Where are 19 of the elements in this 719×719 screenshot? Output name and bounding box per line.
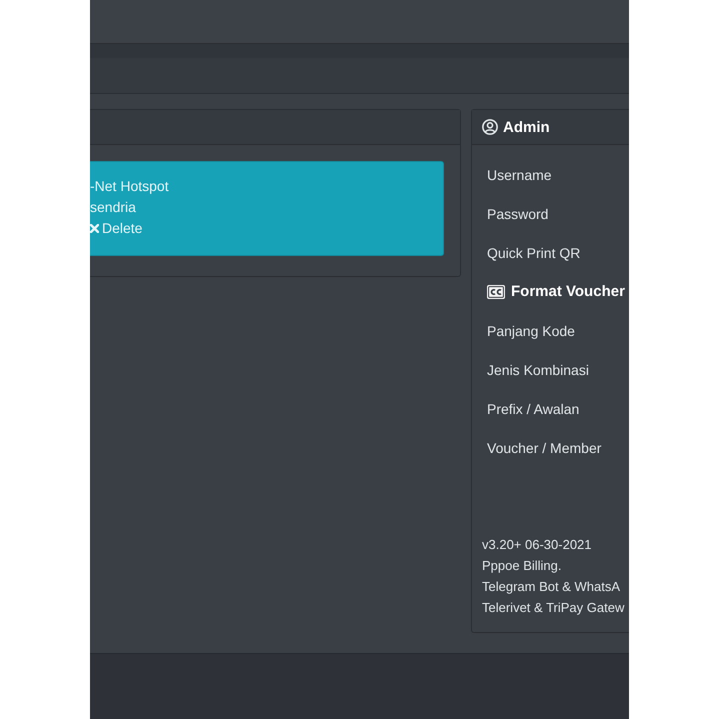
field-label: Password [487,206,548,222]
closed-captioning-icon [487,284,505,298]
alert-text: -Net Hotspot [90,177,169,196]
field-label: Jenis Kombinasi [487,362,589,378]
version-text: v3.20+ 06-30-2021 [482,536,592,554]
field-label: Prefix / Awalan [487,400,580,416]
card-title: Admin [503,118,550,136]
info-text: Telegram Bot & WhatsA [482,578,620,596]
field-label: Quick Print QR [487,244,580,260]
field-label: Username [487,166,552,182]
field-label: Voucher / Member [487,440,602,456]
field-label: Panjang Kode [487,322,575,338]
user-circle-icon [482,119,498,135]
section-heading: Format Voucher [511,283,625,300]
info-text: Telerivet & TriPay Gatew [482,599,624,617]
delete-link[interactable]: Delete [90,218,142,239]
alert-text: sendria [90,198,136,217]
info-text: Pppoe Billing. [482,557,562,575]
close-icon [90,224,99,233]
